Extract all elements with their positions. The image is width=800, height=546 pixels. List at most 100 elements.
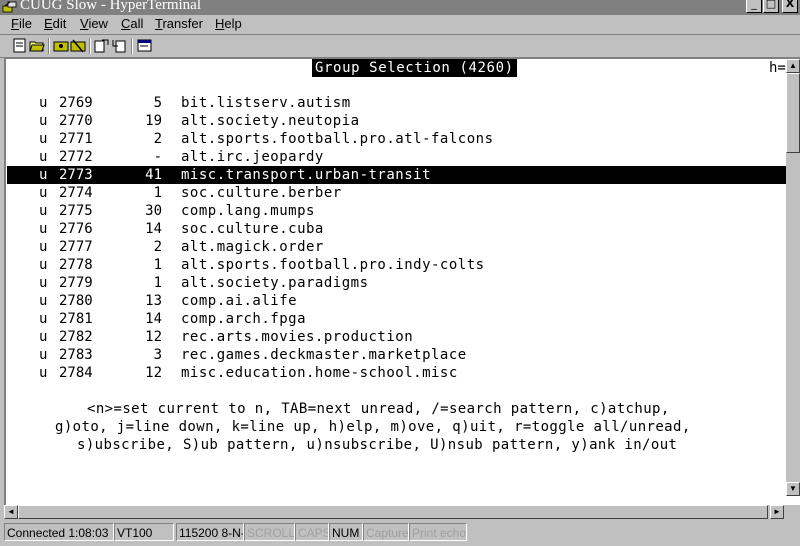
newsgroup-row[interactable]: u278114comp.arch.fpga2	[7, 310, 793, 328]
newsgroup-number: 2776	[59, 221, 93, 237]
screen-title: Group Selection (4260)	[312, 59, 517, 77]
unread-count: 5	[153, 95, 162, 111]
newsgroup-row[interactable]: u277019alt.society.neutopia2	[7, 112, 793, 130]
unread-count: 2	[153, 131, 162, 147]
send-file-icon[interactable]	[94, 38, 110, 53]
open-icon[interactable]	[29, 38, 45, 53]
newsgroup-name: bit.listserv.autism	[181, 95, 351, 111]
unread-count: 1	[153, 185, 162, 201]
newsgroup-row[interactable]: u27791alt.society.paradigms2	[7, 274, 793, 292]
receive-file-icon[interactable]	[111, 38, 127, 53]
newsgroup-name: alt.magick.order	[181, 239, 324, 255]
maximize-button[interactable]: □	[763, 0, 779, 13]
unread-count: 3	[153, 347, 162, 363]
status-capture: Capture	[363, 523, 409, 541]
unread-count: 2	[153, 239, 162, 255]
newsgroup-name: alt.society.paradigms	[181, 275, 369, 291]
newsgroup-row[interactable]: u 2778 1 alt.sports.football.pro.indy-colts…	[7, 256, 793, 274]
newsgroup-number: 2773	[59, 167, 93, 183]
unread-count: 30	[145, 203, 162, 219]
newsgroup-row[interactable]: u278412misc.education.home-school.miscI	[7, 364, 793, 382]
unread-count: -	[153, 149, 162, 165]
unread-count: 12	[145, 329, 162, 345]
newsgroup-name: alt.society.neutopia	[181, 113, 360, 129]
newsgroup-row[interactable]: u278013comp.ai.alife2	[7, 292, 793, 310]
newsgroup-status: u	[39, 347, 48, 363]
scroll-right-button[interactable]: ►	[770, 505, 784, 519]
status-emulation: VT100	[114, 523, 174, 541]
properties-icon[interactable]	[137, 38, 153, 53]
newsgroup-row[interactable]: u277530comp.lang.mumps'	[7, 202, 793, 220]
newsgroup-row[interactable]: u2772-alt.irc.jeopardyI	[7, 148, 793, 166]
newsgroup-number: 2778	[59, 257, 93, 273]
menu-bar: File Edit View Call Transfer Help	[0, 15, 800, 34]
help-line: <n>=set current to n, TAB=next unread, /…	[87, 401, 670, 417]
new-connection-icon[interactable]	[12, 38, 28, 53]
newsgroup-name: soc.culture.cuba	[181, 221, 324, 237]
newsgroup-row[interactable]: u277341misc.transport.urban-transitI	[7, 166, 793, 184]
minimize-button[interactable]: _	[746, 0, 762, 13]
newsgroup-name: rec.arts.movies.production	[181, 329, 414, 345]
newsgroup-number: 2782	[59, 329, 93, 345]
unread-count: 1	[153, 257, 162, 273]
newsgroup-status: u	[39, 329, 48, 345]
newsgroup-row[interactable]: u27772alt.magick.orderI	[7, 238, 793, 256]
newsgroup-number: 2783	[59, 347, 93, 363]
newsgroup-name: alt.sports.football.pro.indy-colts	[181, 257, 485, 273]
newsgroup-status: u	[39, 239, 48, 255]
menu-help[interactable]: Help	[215, 16, 242, 31]
title-bar: CUUG Slow - HyperTerminal _ □ X	[0, 0, 800, 15]
scroll-up-button[interactable]: ▲	[786, 59, 800, 73]
newsgroup-status: u	[39, 293, 48, 309]
vertical-scrollbar[interactable]: ▲ ▼	[786, 59, 800, 496]
close-button[interactable]: X	[782, 0, 798, 13]
newsgroup-row[interactable]: u278212rec.arts.movies.productionI	[7, 328, 793, 346]
newsgroup-status: u	[39, 185, 48, 201]
connect-icon[interactable]	[53, 38, 69, 53]
menu-call[interactable]: Call	[121, 16, 143, 31]
menu-file[interactable]: File	[11, 16, 32, 31]
newsgroup-number: 2781	[59, 311, 93, 327]
unread-count: 14	[145, 311, 162, 327]
newsgroup-number: 2769	[59, 95, 93, 111]
terminal-screen[interactable]: Group Selection (4260) h=l u 2769 5 bit.lis…	[7, 59, 793, 493]
scroll-down-button[interactable]: ▼	[786, 482, 800, 496]
toolbar	[0, 34, 800, 58]
newsgroup-row[interactable]: u27695bit.listserv.autism2	[7, 94, 793, 112]
newsgroup-number: 2771	[59, 131, 93, 147]
disconnect-icon[interactable]	[70, 38, 86, 53]
horizontal-scroll-thumb[interactable]	[18, 505, 768, 519]
newsgroup-number: 2775	[59, 203, 93, 219]
hyperterminal-icon	[2, 1, 17, 13]
menu-transfer[interactable]: Transfer	[155, 16, 203, 31]
status-num: NUM	[329, 523, 363, 541]
status-port-settings: 115200 8-N-1	[176, 523, 244, 541]
status-bar: Connected 1:08:03 VT100 115200 8-N-1 SCR…	[0, 521, 800, 546]
newsgroup-name: alt.irc.jeopardy	[181, 149, 324, 165]
newsgroup-name: comp.arch.fpga	[181, 311, 307, 327]
newsgroup-row[interactable]: u277614soc.culture.cuba(	[7, 220, 793, 238]
unread-count: 19	[145, 113, 162, 129]
horizontal-scrollbar[interactable]: ◄ ►	[4, 505, 800, 519]
vertical-scroll-thumb[interactable]	[786, 73, 800, 153]
newsgroup-status: u	[39, 275, 48, 291]
newsgroup-name: rec.games.deckmaster.marketplace	[181, 347, 467, 363]
newsgroup-status: u	[39, 221, 48, 237]
newsgroup-row[interactable]: u 2771 2 alt.sports.football.pro.atl-falcon…	[7, 130, 793, 148]
newsgroup-status: u	[39, 257, 48, 273]
newsgroup-status: u	[39, 131, 48, 147]
unread-count: 1	[153, 275, 162, 291]
newsgroup-number: 2779	[59, 275, 93, 291]
newsgroup-number: 2772	[59, 149, 93, 165]
newsgroup-name: comp.lang.mumps	[181, 203, 315, 219]
status-scroll: SCROLL	[244, 523, 295, 541]
unread-count: 12	[145, 365, 162, 381]
menu-view[interactable]: View	[80, 16, 108, 31]
newsgroup-status: u	[39, 95, 48, 111]
window-title: CUUG Slow - HyperTerminal	[20, 0, 202, 13]
help-line: g)oto, j=line down, k=line up, h)elp, m)…	[55, 419, 691, 435]
menu-edit[interactable]: Edit	[44, 16, 66, 31]
scroll-left-button[interactable]: ◄	[4, 505, 18, 519]
newsgroup-row[interactable]: u27741soc.culture.berber'	[7, 184, 793, 202]
newsgroup-row[interactable]: u27833rec.games.deckmaster.marketplaceI	[7, 346, 793, 364]
